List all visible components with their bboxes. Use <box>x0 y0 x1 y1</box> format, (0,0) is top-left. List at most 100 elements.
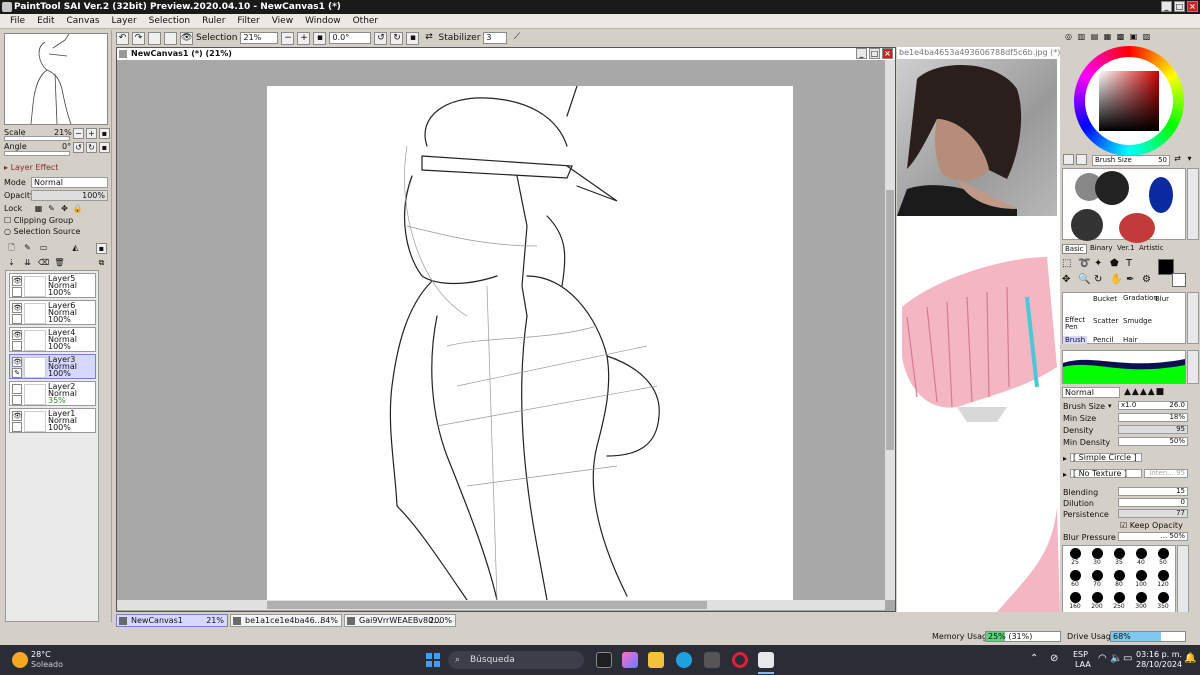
layer-item[interactable]: 👁 Layer6 Normal 100% <box>9 300 96 325</box>
tab-ver1[interactable]: Ver.1 <box>1115 244 1136 252</box>
layer-mask-icon[interactable]: ◭ <box>70 243 81 254</box>
visibility-icon[interactable] <box>12 384 22 394</box>
presets-scrollbar[interactable] <box>1177 545 1189 615</box>
brush-size-top-field[interactable]: Brush Size 50 <box>1092 155 1170 166</box>
color-scratchpad[interactable] <box>1062 168 1186 243</box>
start-icon[interactable] <box>426 653 440 667</box>
tab-artistic[interactable]: Artistic <box>1137 244 1166 252</box>
clock-time[interactable]: 03:16 p. m. <box>1136 650 1182 659</box>
clipping-group-checkbox[interactable]: ☐ Clipping Group <box>4 216 73 225</box>
stabilizer-select[interactable]: 3 <box>483 32 508 44</box>
blending-slider[interactable]: 15 <box>1118 487 1188 496</box>
mixer-mode-icon[interactable]: ▦ <box>1102 32 1113 43</box>
visibility-icon[interactable]: 👁 <box>12 276 22 286</box>
layer-state-icon[interactable] <box>12 341 22 351</box>
maximize-button[interactable]: □ <box>1174 1 1185 12</box>
brush-shape-select[interactable]: [ Simple Circle ] <box>1070 453 1142 462</box>
layer-effect-toggle[interactable]: ▸ Layer Effect <box>4 163 58 172</box>
size-preset[interactable]: 30 <box>1087 546 1109 568</box>
language-layout[interactable]: LAA <box>1075 660 1091 669</box>
keep-opacity-checkbox[interactable]: ☑ Keep Opacity <box>1120 521 1183 530</box>
painttool-sai-icon[interactable] <box>758 652 774 668</box>
layer-state-icon[interactable] <box>12 395 22 405</box>
size-preset[interactable]: 300 <box>1131 590 1153 612</box>
rotate-right-button[interactable]: ↻ <box>390 31 404 45</box>
undo-icon[interactable]: ↶ <box>116 31 129 45</box>
size-preset[interactable]: 25 <box>1065 546 1087 568</box>
volume-icon[interactable]: 🔈 <box>1110 653 1122 664</box>
min-density-slider[interactable]: 50% <box>1118 437 1188 446</box>
next-brush-button[interactable] <box>1076 154 1087 165</box>
color-wheel[interactable] <box>1074 46 1184 156</box>
layer-item[interactable]: 👁 Layer1 Normal 100% <box>9 408 96 433</box>
reference-photo[interactable] <box>897 59 1057 216</box>
menu-selection[interactable]: Selection <box>143 14 196 28</box>
copilot-icon[interactable] <box>622 652 638 668</box>
clear-layer-icon[interactable]: ⌫ <box>38 258 49 269</box>
text-tool-icon[interactable]: T <box>1126 258 1142 274</box>
swatches-mode-icon[interactable]: ▩ <box>1115 32 1126 43</box>
texture-select[interactable]: [ No Texture ] <box>1070 469 1142 478</box>
eyedropper-icon[interactable]: ✒ <box>1126 274 1142 290</box>
opacity-slider[interactable]: 100% <box>31 190 108 201</box>
new-layer-icon[interactable]: 🗋 <box>6 243 17 254</box>
flip-icon[interactable]: ⇄ <box>422 32 435 45</box>
menu-filter[interactable]: Filter <box>231 14 265 28</box>
blur-tool[interactable]: Blur <box>1155 295 1169 303</box>
layer-state-icon[interactable] <box>12 422 22 432</box>
mode-select[interactable]: Normal <box>31 177 108 188</box>
size-preset[interactable]: 160 <box>1065 590 1087 612</box>
layer-item-selected[interactable]: 👁 ✎ Layer3 Normal 100% <box>9 354 96 379</box>
saturation-value-square[interactable] <box>1099 71 1159 131</box>
size-preset[interactable]: 250 <box>1109 590 1131 612</box>
selection-visibility-icon[interactable]: 👁 <box>180 31 193 45</box>
scratchpad-scrollbar[interactable] <box>1187 168 1199 240</box>
lock-transparency-icon[interactable]: ▦ <box>33 204 44 215</box>
menu-window[interactable]: Window <box>299 14 347 28</box>
size-preset[interactable]: 200 <box>1087 590 1109 612</box>
visibility-icon[interactable]: 👁 <box>12 330 22 340</box>
color-wheel-mode-icon[interactable]: ◎ <box>1063 32 1074 43</box>
zoom-out-button[interactable]: − <box>281 31 295 45</box>
smudge-tool[interactable]: Smudge <box>1123 317 1152 325</box>
blend-mode-select[interactable]: Normal <box>1062 387 1120 398</box>
move-icon[interactable]: ✥ <box>1062 274 1078 290</box>
angle-field[interactable]: 0.0° <box>329 32 372 44</box>
doc-tab[interactable]: be1a1ce1e4ba46... 84% <box>230 614 342 627</box>
size-preset[interactable]: 35 <box>1109 546 1131 568</box>
brush-size-mult-arrow[interactable]: ▾ <box>1108 402 1112 410</box>
layer-state-icon[interactable] <box>12 314 22 324</box>
vertical-scroll-thumb[interactable] <box>886 190 894 450</box>
size-preset[interactable]: 60 <box>1065 568 1087 590</box>
bucket-tool[interactable]: Bucket <box>1093 295 1117 303</box>
menu-file[interactable]: File <box>4 14 31 28</box>
close-button[interactable]: × <box>1187 1 1198 12</box>
layer-properties-icon[interactable]: ⧉ <box>96 258 107 269</box>
hair-tool[interactable]: Hair <box>1123 336 1137 344</box>
blur-pressure-slider[interactable]: ... 50% <box>1118 532 1188 541</box>
min-size-slider[interactable]: 18% <box>1118 413 1188 422</box>
zoom-in-button[interactable]: + <box>297 31 311 45</box>
pencil-icon[interactable]: ✎ <box>12 368 22 378</box>
scale-up-button[interactable]: + <box>86 128 97 139</box>
doc-tab[interactable]: NewCanvas1 21% <box>116 614 228 627</box>
rotate-left-small-button[interactable]: ↺ <box>73 142 84 153</box>
menu-view[interactable]: View <box>266 14 299 28</box>
gear-icon[interactable]: ⚙ <box>1142 274 1158 290</box>
visibility-icon[interactable]: 👁 <box>12 411 22 421</box>
rotate-right-small-button[interactable]: ↻ <box>86 142 97 153</box>
minimize-button[interactable]: _ <box>1161 1 1172 12</box>
lock-move-icon[interactable]: ✥ <box>59 204 70 215</box>
menu-canvas[interactable]: Canvas <box>61 14 106 28</box>
menu-other[interactable]: Other <box>347 14 385 28</box>
lock-all-icon[interactable]: 🔒 <box>72 204 83 215</box>
rotate-left-button[interactable]: ↺ <box>374 31 388 45</box>
rotate-reset-small-button[interactable]: ▪ <box>99 142 110 153</box>
merge-down-icon[interactable]: ⇊ <box>22 258 33 269</box>
persistence-slider[interactable]: 77 <box>1118 509 1188 518</box>
menu-ruler[interactable]: Ruler <box>196 14 231 28</box>
search-box[interactable]: ⌕ Búsqueda <box>448 651 584 669</box>
scatter-tool[interactable]: Scatter <box>1093 317 1118 325</box>
doc-tab[interactable]: Gai9VrrWEAEBv80... 200% <box>344 614 456 627</box>
zoom-reset-button[interactable]: ▪ <box>313 31 327 45</box>
